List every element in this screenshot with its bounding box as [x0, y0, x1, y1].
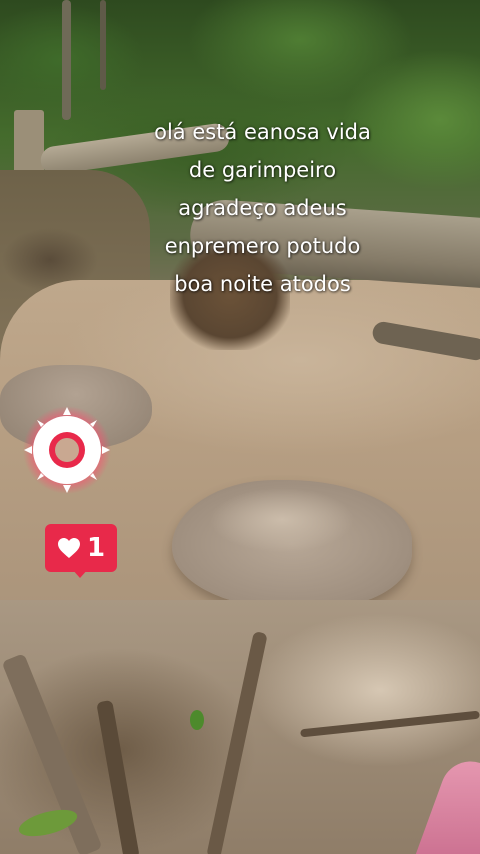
- caption-line: de garimpeiro: [188, 158, 337, 182]
- live-ring-icon: [23, 406, 111, 494]
- heart-icon: [57, 538, 80, 558]
- video-caption: olá está eanosa vida de garimpeiro agrad…: [100, 113, 425, 303]
- video-screen: olá está eanosa vida de garimpeiro agrad…: [0, 0, 480, 854]
- like-bubble: 1: [45, 524, 117, 572]
- tree-trunk: [62, 0, 71, 120]
- caption-line: agradeço adeus: [178, 196, 347, 220]
- boulder: [172, 480, 412, 608]
- bubble-tail: [71, 568, 89, 578]
- leaf: [190, 710, 204, 730]
- live-ring-button[interactable]: [22, 405, 112, 495]
- caption-line: olá está eanosa vida: [154, 120, 371, 144]
- tree-trunk: [100, 0, 106, 90]
- like-count: 1: [86, 533, 106, 563]
- like-notification[interactable]: 1: [45, 524, 117, 578]
- caption-line: enpremero potudo: [164, 234, 361, 258]
- caption-line: boa noite atodos: [174, 272, 351, 296]
